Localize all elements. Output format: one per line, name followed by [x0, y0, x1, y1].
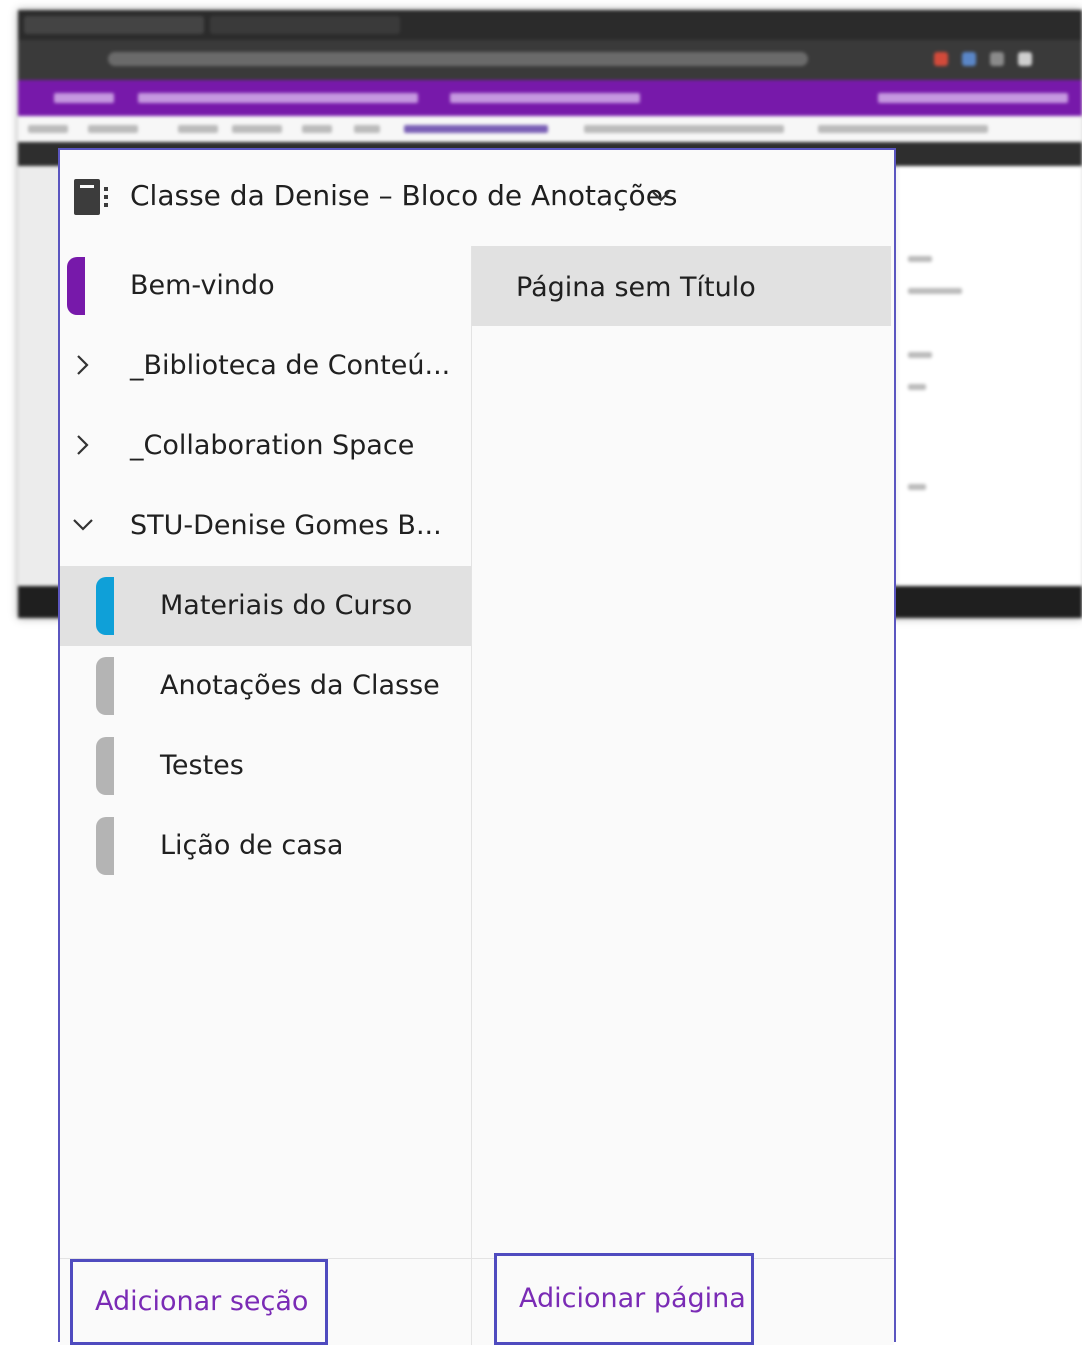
- ribbon-tab: [404, 125, 548, 133]
- chevron-right-icon[interactable]: [72, 430, 94, 460]
- page-text-line: [908, 484, 926, 490]
- panel-footer: Adicionar seção Adicionar página: [60, 1253, 894, 1345]
- section-item-materiais-do-curso[interactable]: Materiais do Curso: [60, 566, 471, 646]
- address-field: [108, 52, 808, 66]
- section-group-label: _Collaboration Space: [130, 430, 415, 461]
- browser-tab-strip: [18, 10, 1082, 40]
- chevron-down-icon[interactable]: [72, 510, 94, 540]
- ribbon-tab: [818, 125, 988, 133]
- extension-icon: [962, 52, 976, 66]
- extension-icon: [1018, 52, 1032, 66]
- ribbon-tab: [232, 125, 282, 133]
- app-bar-text: [450, 93, 640, 103]
- page-text-line: [908, 288, 962, 294]
- section-item-testes[interactable]: Testes: [60, 726, 471, 806]
- page-label: Página sem Título: [516, 272, 756, 303]
- section-label: Bem-vindo: [130, 270, 275, 301]
- extension-icon: [990, 52, 1004, 66]
- section-group-label: STU-Denise Gomes B...: [130, 510, 442, 541]
- app-bar-text: [54, 93, 114, 103]
- page-canvas: [898, 166, 1082, 586]
- section-label: Testes: [160, 750, 244, 781]
- browser-tab: [210, 16, 400, 34]
- section-label: Anotações da Classe: [160, 670, 440, 701]
- section-group-biblioteca[interactable]: _Biblioteca de Conteú...: [60, 326, 471, 406]
- ribbon-tab: [88, 125, 138, 133]
- section-group-collaboration-space[interactable]: _Collaboration Space: [60, 406, 471, 486]
- section-item-licao-de-casa[interactable]: Lição de casa: [60, 806, 471, 886]
- notebook-header[interactable]: Classe da Denise – Bloco de Anotações: [60, 150, 894, 247]
- ribbon-tabs: [18, 116, 1082, 143]
- ribbon-tab: [28, 125, 68, 133]
- ribbon-tab: [354, 125, 380, 133]
- page-text-line: [908, 384, 926, 390]
- ribbon-tab: [584, 125, 784, 133]
- section-group-stu-denise[interactable]: STU-Denise Gomes B...: [60, 486, 471, 566]
- add-page-button[interactable]: Adicionar página: [494, 1253, 754, 1345]
- add-section-button[interactable]: Adicionar seção: [70, 1259, 328, 1345]
- browser-address-bar: [18, 40, 1082, 80]
- ribbon-tab: [178, 125, 218, 133]
- ribbon-tab: [302, 125, 332, 133]
- section-item-bem-vindo[interactable]: Bem-vindo: [60, 246, 471, 326]
- section-color-tab: [96, 817, 114, 875]
- app-bar-text: [138, 93, 418, 103]
- navigation-panel: Classe da Denise – Bloco de Anotações Be…: [58, 148, 896, 1345]
- app-bar-text: [878, 93, 1068, 103]
- section-color-tab: [96, 657, 114, 715]
- section-item-anotacoes-da-classe[interactable]: Anotações da Classe: [60, 646, 471, 726]
- page-text-line: [908, 256, 932, 262]
- section-label: Materiais do Curso: [160, 590, 413, 621]
- notebook-icon: [74, 179, 108, 215]
- section-color-tab: [96, 577, 114, 635]
- extension-icon: [934, 52, 948, 66]
- onenote-app-bar: [18, 80, 1082, 116]
- section-color-tab: [96, 737, 114, 795]
- page-text-line: [908, 352, 932, 358]
- section-color-tab: [67, 257, 85, 315]
- notebook-title[interactable]: Classe da Denise – Bloco de Anotações: [130, 176, 678, 216]
- section-label: Lição de casa: [160, 830, 344, 861]
- page-item-pagina-sem-titulo[interactable]: Página sem Título: [472, 246, 891, 326]
- section-group-label: _Biblioteca de Conteú...: [130, 350, 451, 381]
- chevron-right-icon[interactable]: [72, 350, 94, 380]
- page-list: Página sem Título: [472, 246, 894, 1258]
- left-strip: [18, 166, 60, 586]
- chevron-down-icon[interactable]: [650, 186, 672, 206]
- section-list: Bem-vindo _Biblioteca de Conteú... _Coll…: [60, 246, 472, 1258]
- footer-divider: [471, 1259, 472, 1345]
- browser-tab: [24, 16, 204, 34]
